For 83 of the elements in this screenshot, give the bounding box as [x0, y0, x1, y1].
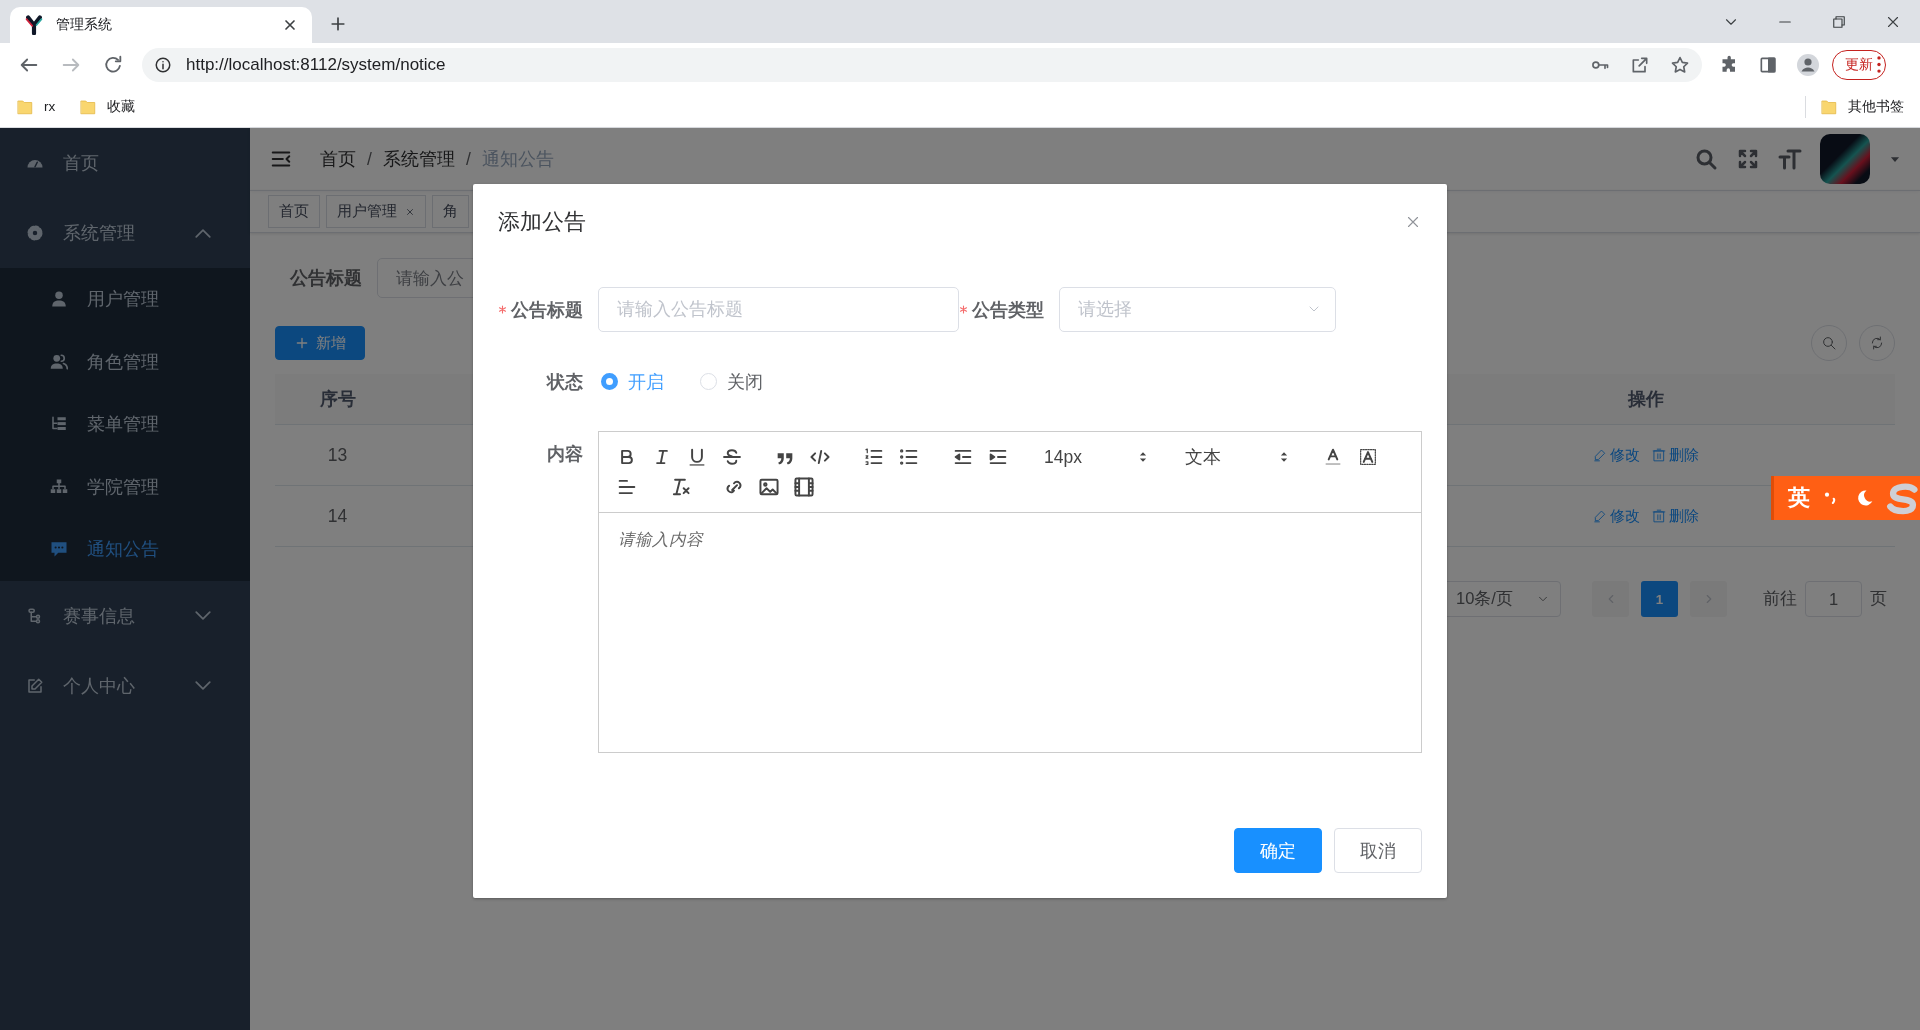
content-editor[interactable]: 请输入内容 — [599, 513, 1421, 752]
more-icon — [1877, 56, 1881, 73]
bookmark-link[interactable]: 收藏 — [107, 97, 136, 116]
browser-tab[interactable]: 管理系统 — [10, 7, 312, 43]
cancel-button[interactable]: 取消 — [1334, 828, 1422, 873]
page-suffix: 页 — [1870, 588, 1887, 609]
image-icon[interactable] — [758, 476, 780, 498]
search-icon — [1821, 335, 1837, 351]
update-button[interactable]: 更新 — [1832, 49, 1886, 80]
font-size-picker[interactable]: 14px — [1034, 442, 1156, 472]
address-bar[interactable]: http://localhost:8112/system/notice — [142, 47, 1702, 82]
breadcrumb-item[interactable]: 首页 — [320, 147, 356, 171]
sidebar-subitem[interactable]: 学院管理 — [0, 455, 250, 518]
user-icon — [50, 290, 68, 309]
page-input[interactable]: 1 — [1805, 581, 1862, 617]
pencil-icon — [1593, 509, 1607, 523]
sidebar-item[interactable]: 系统管理 — [0, 198, 250, 268]
field-label: 公告标题 — [290, 267, 362, 290]
folder-icon — [1820, 97, 1838, 116]
field-label: 内容 — [547, 442, 583, 466]
breadcrumb-separator: / — [367, 148, 372, 170]
pencil-icon — [1593, 448, 1607, 462]
edit-icon — [26, 676, 44, 695]
folder-icon — [79, 97, 98, 116]
sidebar-item[interactable]: 首页 — [0, 128, 250, 198]
sitemap-icon — [50, 477, 68, 496]
strikethrough-icon[interactable] — [720, 446, 743, 468]
jump-label: 前往 — [1763, 588, 1797, 609]
confirm-button[interactable]: 确定 — [1234, 828, 1322, 873]
sidebar-subitem[interactable]: 用户管理 — [0, 268, 250, 331]
info-icon — [154, 55, 172, 74]
page-tab[interactable]: 角 — [432, 195, 469, 228]
sidebar-subitem[interactable]: 角色管理 — [0, 330, 250, 393]
avatar-image[interactable] — [1820, 134, 1870, 184]
delete-link[interactable]: 删除 — [1652, 445, 1699, 465]
add-button[interactable]: 新增 — [275, 326, 365, 360]
edit-link[interactable]: 修改 — [1593, 445, 1640, 465]
radio-label[interactable]: 开启 — [628, 369, 664, 394]
table-cell: 13 — [275, 425, 400, 486]
sidebar-subitem[interactable]: 通知公告 — [0, 518, 250, 581]
gear-icon — [26, 224, 44, 242]
page-tab[interactable]: 用户管理 — [326, 195, 426, 228]
trash-icon — [1652, 448, 1666, 462]
table-cell: 14 — [275, 486, 400, 547]
folder-icon — [16, 97, 34, 116]
numbered-list-icon[interactable] — [863, 446, 885, 468]
fullscreen-icon[interactable] — [1736, 147, 1760, 171]
field-label: 公告标题 — [511, 298, 583, 322]
message-icon — [50, 540, 68, 559]
radio-button[interactable] — [601, 373, 618, 390]
video-icon[interactable] — [793, 476, 815, 498]
bookmark-link[interactable]: 其他书签 — [1848, 97, 1904, 116]
refresh-icon — [1869, 335, 1885, 351]
share-icon[interactable] — [1630, 54, 1650, 75]
close-icon[interactable] — [282, 17, 298, 33]
highlight-color-icon[interactable] — [1357, 446, 1379, 468]
star-icon[interactable] — [1670, 54, 1690, 75]
bookmark-link[interactable]: rx — [44, 99, 56, 114]
plus-icon — [294, 335, 310, 351]
breadcrumb-item[interactable]: 系统管理 — [382, 147, 455, 171]
input-mode-label[interactable]: 英 — [1788, 483, 1810, 513]
reload-icon[interactable] — [102, 53, 124, 76]
field-label: 公告类型 — [972, 298, 1044, 322]
page-tab[interactable]: 首页 — [268, 195, 320, 228]
logo-icon — [24, 15, 44, 35]
page-button[interactable]: 1 — [1641, 581, 1678, 617]
heading-picker[interactable]: 文本 — [1174, 442, 1297, 472]
type-select[interactable]: 请选择 — [1059, 287, 1336, 332]
title-input[interactable]: 请输入公告标题 — [598, 287, 959, 332]
bullet-list-icon[interactable] — [898, 446, 920, 468]
profile-icon[interactable] — [1796, 52, 1820, 77]
text-size-icon[interactable] — [1778, 147, 1802, 171]
breadcrumb-separator: / — [465, 148, 471, 170]
users-icon — [50, 352, 68, 371]
dialog-title: 添加公告 — [498, 209, 586, 235]
radio-label[interactable]: 关闭 — [727, 369, 763, 394]
search-icon[interactable] — [1694, 147, 1718, 171]
delete-link[interactable]: 删除 — [1652, 506, 1699, 526]
field-label: 状态 — [547, 370, 583, 394]
sidebar-item[interactable]: 个人中心 — [0, 650, 250, 721]
sidebar-subitem[interactable]: 菜单管理 — [0, 393, 250, 456]
trash-icon — [1652, 509, 1666, 523]
edit-link[interactable]: 修改 — [1593, 506, 1640, 526]
